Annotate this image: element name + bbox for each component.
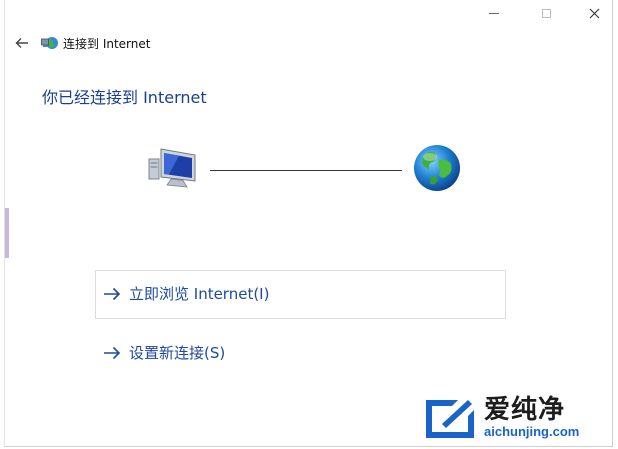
watermark-text: 爱纯净 aichunjing.com: [484, 396, 579, 440]
maximize-icon: [541, 8, 551, 18]
computer-monitor-icon: [148, 148, 196, 188]
watermark: 爱纯净 aichunjing.com: [422, 390, 614, 446]
minimize-button[interactable]: [471, 0, 517, 26]
setup-connection-link[interactable]: 设置新连接(S): [103, 342, 225, 363]
page-heading: 你已经连接到 Internet: [42, 88, 207, 107]
minimize-icon: [489, 12, 499, 14]
globe-icon: [414, 145, 460, 191]
browse-internet-link[interactable]: 立即浏览 Internet(I): [103, 283, 269, 304]
connect-internet-window: 连接到 Internet 你已经连接到 Internet 立即浏览 Intern…: [4, 0, 613, 447]
close-button[interactable]: [571, 0, 612, 26]
watermark-name: 爱纯净: [484, 395, 566, 425]
arrow-right-icon: [104, 287, 121, 300]
connection-line: [210, 170, 402, 171]
browse-internet-label: 立即浏览 Internet(I): [129, 285, 270, 303]
window-title: 连接到 Internet: [63, 37, 151, 51]
arrow-left-icon: [15, 38, 28, 48]
watermark-logo-icon: [426, 400, 474, 438]
close-icon: [589, 8, 599, 18]
left-edge-accent: [5, 208, 9, 258]
watermark-url: aichunjing.com: [484, 424, 580, 439]
maximize-button[interactable]: [523, 0, 569, 26]
setup-connection-label: 设置新连接(S): [129, 344, 226, 362]
back-button[interactable]: [11, 32, 33, 54]
arrow-right-icon: [104, 346, 121, 359]
network-globe-icon: [41, 37, 58, 49]
